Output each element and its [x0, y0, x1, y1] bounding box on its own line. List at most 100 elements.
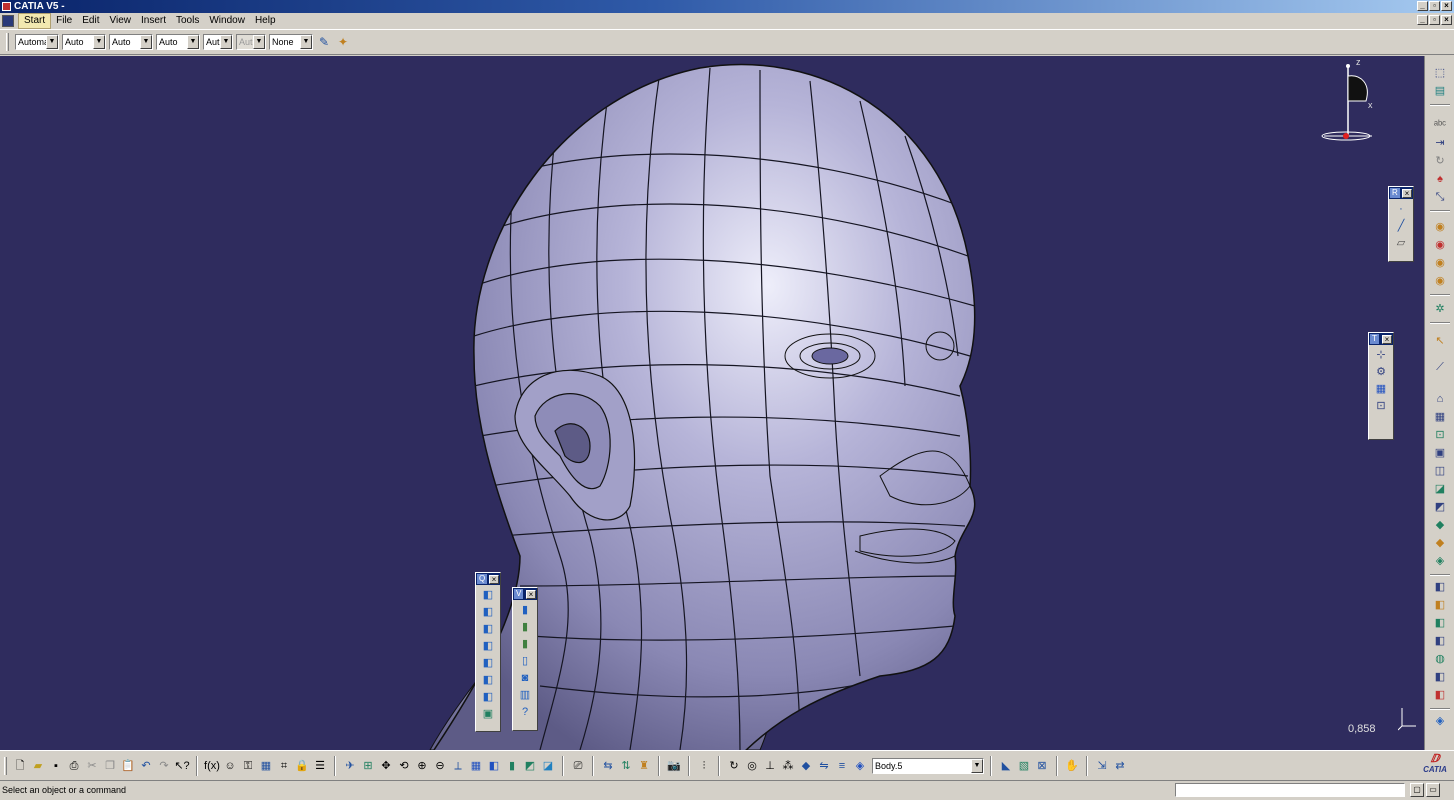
- line-icon[interactable]: ╱: [1394, 219, 1408, 233]
- axis-icon[interactable]: ⚙: [1374, 365, 1388, 379]
- doc-restore-button[interactable]: ▫: [1429, 15, 1440, 25]
- painter-brush-icon[interactable]: ✎: [316, 34, 332, 50]
- doc-close-button[interactable]: ×: [1441, 15, 1452, 25]
- list-icon[interactable]: ☰: [312, 757, 328, 775]
- head-model[interactable]: [0, 56, 1424, 750]
- fit-all-icon[interactable]: ⊞: [360, 757, 376, 775]
- minimize-button[interactable]: _: [1417, 1, 1428, 11]
- compass-reset-icon[interactable]: ◎: [744, 757, 760, 775]
- menu-tools[interactable]: Tools: [171, 14, 204, 28]
- sketcher-icon[interactable]: ⬚: [1433, 66, 1447, 80]
- split-icon[interactable]: ◉: [1433, 274, 1447, 288]
- extract-icon[interactable]: ◩: [1433, 500, 1447, 514]
- quick-view-icon[interactable]: ◧: [486, 757, 502, 775]
- affinity-icon[interactable]: ◧: [1433, 598, 1447, 612]
- cursor-icon[interactable]: ↖: [1433, 334, 1447, 348]
- parameter-icon[interactable]: ⚿: [240, 757, 256, 775]
- normal-view-icon[interactable]: ⟂: [450, 757, 466, 775]
- menu-help[interactable]: Help: [250, 14, 281, 28]
- hand-icon[interactable]: ✋: [1064, 757, 1080, 775]
- swap-space-icon[interactable]: ◪: [540, 757, 556, 775]
- multi-view-icon[interactable]: ▦: [468, 757, 484, 775]
- apply-material-icon[interactable]: ◈: [1433, 714, 1447, 728]
- sparkle-icon[interactable]: ✦: [335, 34, 351, 50]
- capture-icon[interactable]: ⎚: [570, 757, 586, 775]
- command-options-button[interactable]: ▭: [1426, 783, 1440, 797]
- shading-material-icon[interactable]: ◙: [518, 671, 532, 685]
- extrude-icon[interactable]: ⇥: [1433, 136, 1447, 150]
- zoom-in-icon[interactable]: ⊕: [414, 757, 430, 775]
- axis-toggle-icon[interactable]: ⊥: [762, 757, 778, 775]
- menu-edit[interactable]: Edit: [77, 14, 104, 28]
- paste-icon[interactable]: 📋: [120, 757, 136, 775]
- translate-icon[interactable]: ◆: [1433, 518, 1447, 532]
- shading-edges-icon[interactable]: ▮: [518, 620, 532, 634]
- 3d-viewport[interactable]: z x 0,858 R × · ╱ ▱ T × ⊹ ⚙ ▦ ⊡ Q × ◧ ◧ ◧ ◧…: [0, 56, 1424, 750]
- command-history-button[interactable]: ▢: [1410, 783, 1424, 797]
- document-icon[interactable]: [2, 15, 14, 27]
- point-icon[interactable]: ·: [1394, 202, 1408, 216]
- specification-tree-icon[interactable]: ⫶: [696, 757, 712, 775]
- heal-icon[interactable]: ✲: [1433, 302, 1447, 316]
- fly-mode-icon[interactable]: ✈: [342, 757, 358, 775]
- toolbar-grip[interactable]: [4, 756, 7, 775]
- workbench-icon[interactable]: ◆: [798, 757, 814, 775]
- part-icon[interactable]: ▤: [1433, 84, 1447, 98]
- offset-icon[interactable]: ◫: [1433, 464, 1447, 478]
- axis-system-icon[interactable]: ◧: [1433, 634, 1447, 648]
- palette-title[interactable]: R: [1390, 188, 1400, 198]
- render-icon[interactable]: ◣: [998, 757, 1014, 775]
- fit-icon[interactable]: ⊡: [1374, 399, 1388, 413]
- boundary-icon[interactable]: ◪: [1433, 482, 1447, 496]
- join-icon[interactable]: ◉: [1433, 256, 1447, 270]
- palette-title[interactable]: V: [514, 589, 524, 599]
- menu-start[interactable]: Start: [18, 13, 52, 29]
- pattern-icon[interactable]: ◧: [1433, 616, 1447, 630]
- analysis-icon[interactable]: ⌂: [1433, 392, 1447, 406]
- line-type-combo[interactable]: Auto ▼: [156, 34, 200, 50]
- toolbar-grip[interactable]: [6, 33, 9, 51]
- revolve-icon[interactable]: ↻: [1433, 154, 1447, 168]
- camera-icon[interactable]: 📷: [666, 757, 682, 775]
- rotate-view-icon[interactable]: ⟲: [396, 757, 412, 775]
- sphere-icon[interactable]: ◍: [1433, 652, 1447, 666]
- view-mode-icon[interactable]: ▮: [504, 757, 520, 775]
- whats-this-icon[interactable]: ↖?: [174, 757, 190, 775]
- hide-show-icon[interactable]: ◩: [522, 757, 538, 775]
- save-icon[interactable]: ▪: [48, 757, 64, 775]
- image-icon[interactable]: ▧: [1016, 757, 1032, 775]
- copy-icon[interactable]: ❐: [102, 757, 118, 775]
- palette-close-button[interactable]: ×: [526, 589, 536, 599]
- fill-color-combo[interactable]: Automa ▼: [15, 34, 59, 50]
- cut-icon[interactable]: ✂: [84, 757, 100, 775]
- body-icon[interactable]: ◈: [852, 757, 868, 775]
- trim-icon[interactable]: ◉: [1433, 238, 1447, 252]
- compass-snap-icon[interactable]: ⊹: [1374, 348, 1388, 362]
- left-view-icon[interactable]: ◧: [481, 639, 495, 653]
- doc-minimize-button[interactable]: _: [1417, 15, 1428, 25]
- hidden-line-icon[interactable]: ▥: [518, 688, 532, 702]
- close-button[interactable]: ×: [1441, 1, 1452, 11]
- refresh-icon[interactable]: ⇄: [1112, 757, 1128, 775]
- undo-icon[interactable]: ↶: [138, 757, 154, 775]
- snap-icon[interactable]: ⇅: [618, 757, 634, 775]
- text-icon[interactable]: ᵃᵇᶜ: [1433, 118, 1447, 132]
- measure-icon[interactable]: ⟋: [1433, 360, 1447, 374]
- sweep-icon[interactable]: ♠: [1433, 172, 1447, 186]
- wireframe-icon[interactable]: ▯: [518, 654, 532, 668]
- formula-icon[interactable]: f(x): [204, 757, 220, 775]
- menu-view[interactable]: View: [104, 14, 136, 28]
- shading-icon[interactable]: ▮: [518, 603, 532, 617]
- pan-icon[interactable]: ✥: [378, 757, 394, 775]
- new-file-icon[interactable]: 🗋: [12, 757, 28, 775]
- volume-icon[interactable]: ◧: [1433, 688, 1447, 702]
- palette-title[interactable]: T: [1370, 334, 1379, 344]
- curvature-icon[interactable]: ⊡: [1433, 428, 1447, 442]
- fillet-icon[interactable]: ◉: [1433, 220, 1447, 234]
- manipulate-icon[interactable]: ⇲: [1094, 757, 1110, 775]
- dimension-icon[interactable]: ⇋: [816, 757, 832, 775]
- symmetry-icon[interactable]: ◈: [1433, 554, 1447, 568]
- layer-combo[interactable]: None ▼: [269, 34, 313, 50]
- rotate-icon[interactable]: ◆: [1433, 536, 1447, 550]
- custom-view-icon[interactable]: ?: [518, 705, 532, 719]
